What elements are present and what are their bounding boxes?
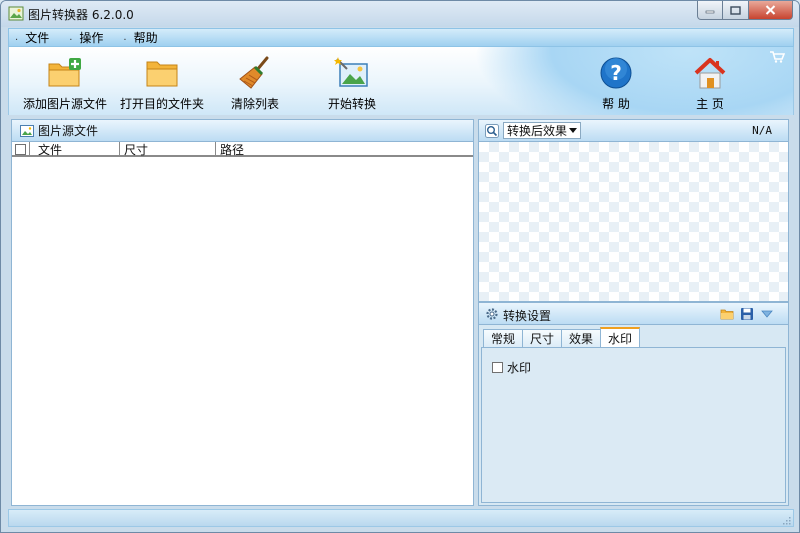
magic-wand-image-icon — [334, 57, 368, 87]
preview-dimension-text: N/A — [752, 124, 772, 137]
preview-canvas — [479, 142, 788, 301]
cart-icon[interactable] — [769, 51, 785, 63]
folder-icon — [146, 61, 178, 87]
menu-help-label: 帮助 — [133, 31, 158, 45]
app-icon — [8, 6, 24, 21]
close-button[interactable] — [749, 1, 793, 20]
window-title: 图片转换器 6.2.0.0 — [28, 8, 134, 22]
add-source-button[interactable]: 添加图片源文件 — [23, 55, 107, 112]
status-bar — [8, 509, 794, 527]
maximize-icon — [730, 5, 741, 15]
add-source-label: 添加图片源文件 — [23, 97, 108, 111]
gear-icon — [486, 308, 498, 320]
watermark-checkbox[interactable] — [492, 362, 503, 373]
source-panel-header: 图片源文件 — [12, 120, 473, 142]
chevron-down-icon — [569, 128, 577, 133]
save-icon[interactable] — [740, 307, 754, 321]
menu-bullet: . — [123, 32, 127, 43]
settings-tabs: 常规 尺寸 效果 水印 — [483, 327, 641, 347]
open-folder-label: 打开目的文件夹 — [120, 97, 205, 111]
preview-mode-value: 转换后效果 — [507, 124, 568, 138]
title-bar[interactable]: 图片转换器 6.2.0.0 — [1, 1, 799, 27]
folder-add-icon — [48, 58, 81, 87]
toolbar: 添加图片源文件 打开目的文件夹 清除列表 开始转换 ? 帮 助 主 页 — [8, 47, 794, 115]
home-label: 主 页 — [696, 97, 724, 111]
close-icon — [765, 5, 776, 15]
source-files-panel: 图片源文件 文件 尺寸 路径 — [11, 119, 474, 506]
broom-icon — [239, 56, 269, 89]
source-panel-title: 图片源文件 — [38, 124, 99, 138]
column-header-size[interactable]: 尺寸 — [120, 142, 216, 157]
tab-general[interactable]: 常规 — [483, 329, 524, 347]
minimize-icon — [705, 10, 715, 14]
tab-effect[interactable]: 效果 — [561, 329, 602, 347]
open-folder-button[interactable]: 打开目的文件夹 — [120, 55, 204, 112]
select-all-column — [12, 142, 30, 157]
menu-operate-label: 操作 — [79, 31, 104, 45]
magnifier-icon[interactable] — [485, 124, 499, 138]
maximize-button[interactable] — [723, 1, 749, 20]
collapse-arrow-icon[interactable] — [760, 307, 774, 321]
watermark-checkbox-label: 水印 — [507, 361, 532, 375]
file-list[interactable] — [12, 159, 473, 505]
start-convert-button[interactable]: 开始转换 — [328, 55, 376, 112]
svg-text:?: ? — [610, 61, 622, 85]
convert-settings-panel: 转换设置 常规 尺寸 效果 水印 水印 — [478, 302, 789, 506]
tab-size[interactable]: 尺寸 — [522, 329, 563, 347]
help-label: 帮 助 — [602, 97, 630, 111]
preview-panel: 转换后效果 N/A — [478, 119, 789, 302]
preview-mode-select[interactable]: 转换后效果 — [503, 122, 581, 139]
column-header-file[interactable]: 文件 — [30, 142, 120, 157]
start-convert-label: 开始转换 — [328, 97, 377, 111]
menu-bar: . 文件 . 操作 . 帮助 — [8, 28, 794, 47]
window-controls — [697, 1, 793, 20]
help-icon: ? — [600, 57, 632, 89]
menu-bullet: . — [69, 32, 73, 43]
minimize-button[interactable] — [697, 1, 723, 20]
preview-header: 转换后效果 N/A — [479, 120, 788, 142]
settings-header: 转换设置 — [479, 303, 788, 325]
clear-list-button[interactable]: 清除列表 — [231, 55, 279, 112]
column-header-path[interactable]: 路径 — [216, 142, 473, 157]
menu-file[interactable]: . 文件 — [15, 29, 49, 46]
watermark-tab-content: 水印 — [481, 347, 786, 503]
app-window: 图片转换器 6.2.0.0 . 文件 . 操作 . 帮助 添加图片源文件 打开目… — [0, 0, 800, 533]
watermark-option[interactable]: 水印 — [492, 359, 531, 376]
image-icon — [20, 124, 34, 137]
select-all-checkbox[interactable] — [15, 144, 26, 155]
tab-watermark[interactable]: 水印 — [600, 327, 641, 347]
menu-operate[interactable]: . 操作 — [69, 29, 103, 46]
menu-help[interactable]: . 帮助 — [123, 29, 157, 46]
settings-title: 转换设置 — [503, 309, 552, 323]
clear-list-label: 清除列表 — [231, 97, 280, 111]
help-button[interactable]: ? 帮 助 — [598, 55, 634, 112]
resize-grip-icon[interactable] — [781, 515, 791, 525]
file-list-header: 文件 尺寸 路径 — [12, 142, 473, 157]
open-folder-icon[interactable] — [720, 307, 734, 321]
home-icon — [694, 58, 726, 89]
menu-bullet: . — [15, 32, 19, 43]
menu-file-label: 文件 — [25, 31, 50, 45]
settings-tools — [720, 307, 774, 321]
home-button[interactable]: 主 页 — [692, 55, 728, 112]
